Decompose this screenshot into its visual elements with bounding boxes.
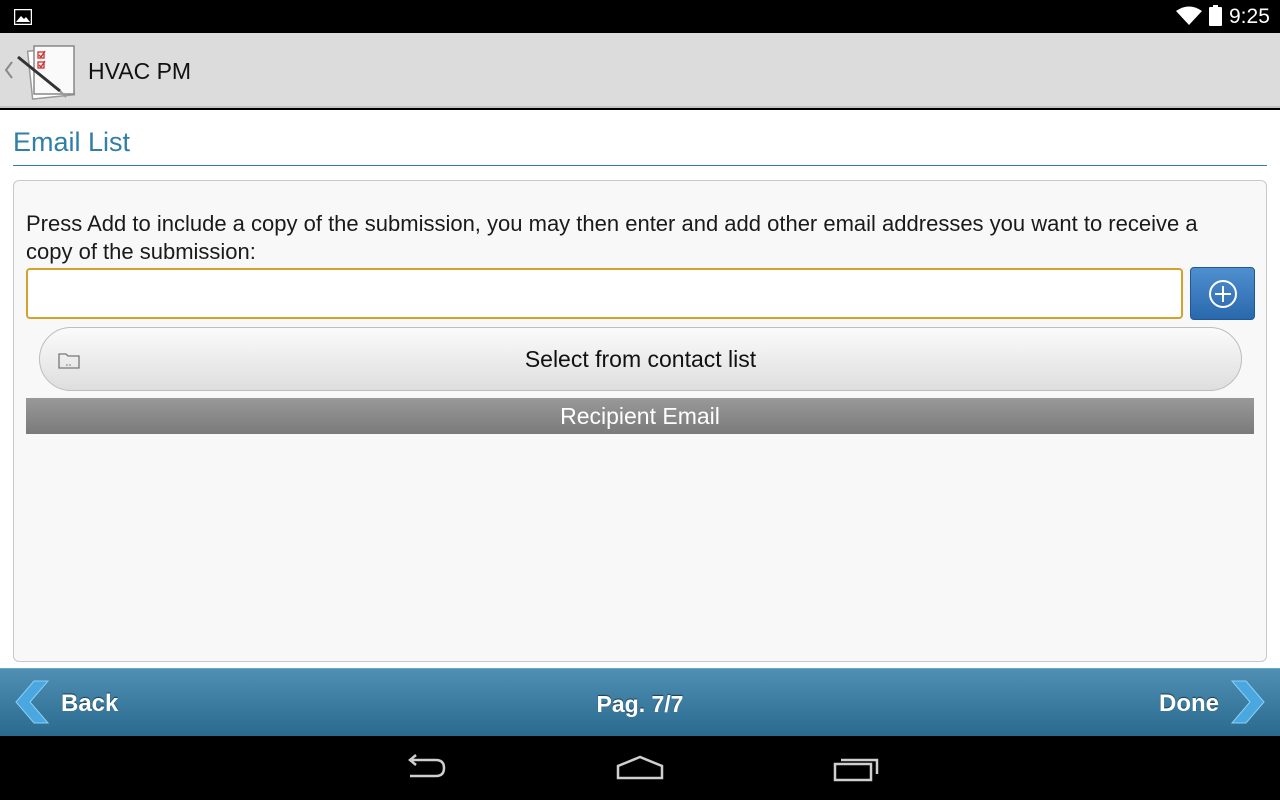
forward-arrow-icon[interactable] (1230, 679, 1266, 725)
recent-apps-icon (833, 758, 879, 782)
page-navigation-bar: Back Pag. 7/7 Done (0, 668, 1280, 736)
action-bar: HVAC PM (0, 33, 1280, 108)
email-list-panel: Press Add to include a copy of the submi… (13, 180, 1267, 662)
image-notification-icon (14, 9, 32, 25)
add-email-button[interactable] (1190, 267, 1255, 320)
system-back-button[interactable] (394, 750, 454, 786)
instructions-text: Press Add to include a copy of the submi… (26, 211, 1198, 264)
app-title: HVAC PM (88, 58, 192, 84)
main-content: Email List Press Add to include a copy o… (0, 110, 1280, 668)
back-button[interactable]: Back (61, 689, 118, 719)
up-caret-icon[interactable] (4, 60, 14, 80)
select-contact-label: Select from contact list (524, 346, 757, 372)
status-bar: 9:25 (0, 0, 1280, 33)
system-recent-apps-button[interactable] (826, 750, 886, 786)
checklist-app-icon[interactable] (16, 43, 80, 103)
title-divider (13, 165, 1267, 166)
home-icon (616, 755, 664, 780)
back-arrow-icon[interactable] (14, 679, 50, 725)
page-indicator: Pag. 7/7 (596, 691, 684, 717)
back-icon (408, 754, 446, 778)
done-button[interactable]: Done (1159, 689, 1219, 719)
email-input[interactable] (26, 268, 1183, 319)
system-navigation-bar (0, 736, 1280, 800)
page-title: Email List (13, 127, 131, 157)
plus-circle-icon (1208, 279, 1237, 308)
system-home-button[interactable] (610, 750, 670, 786)
battery-icon (1209, 5, 1222, 26)
wifi-icon (1176, 6, 1202, 25)
select-contact-button[interactable]: Select from contact list (39, 327, 1242, 391)
status-clock: 9:25 (1229, 5, 1270, 28)
recipient-email-header: Recipient Email (26, 398, 1254, 434)
